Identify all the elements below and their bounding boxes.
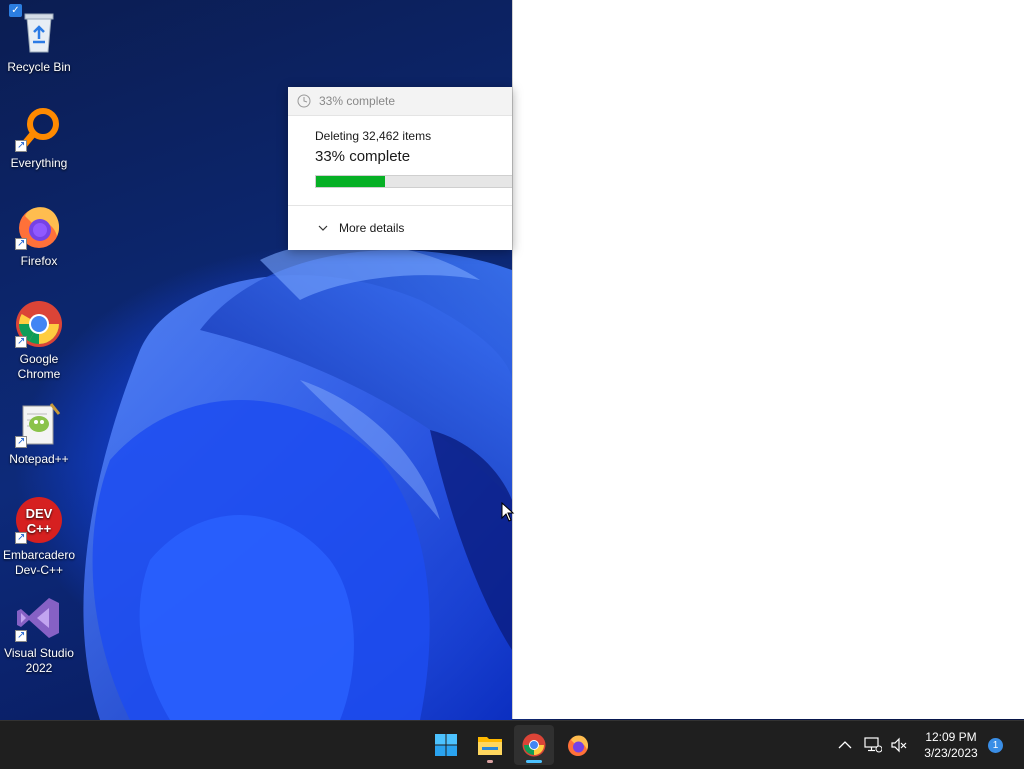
notification-count-badge[interactable]: 1	[988, 738, 1003, 753]
taskbar-file-explorer[interactable]	[470, 725, 510, 765]
chevron-up-icon	[838, 741, 852, 749]
dialog-title-bar[interactable]: 33% complete	[288, 87, 512, 116]
desktop-icon-label: Google Chrome	[17, 352, 61, 381]
shortcut-arrow-icon	[15, 236, 27, 251]
desktop-icon-recycle-bin[interactable]: ✓ Recycle Bin	[0, 4, 78, 75]
checkbox-icon[interactable]: ✓	[9, 4, 22, 17]
desktop-icon-label: Everything	[10, 156, 68, 170]
desktop-icon-visual-studio[interactable]: Visual Studio 2022	[0, 594, 78, 676]
desktop-icon-label: Embarcadero Dev-C++	[2, 548, 76, 577]
desktop-icon-dev-cpp[interactable]: DEV C++ Embarcadero Dev-C++	[0, 496, 78, 578]
chrome-icon	[522, 733, 546, 757]
network-status-button[interactable]	[861, 733, 885, 757]
firefox-icon	[568, 735, 589, 756]
windows-start-icon	[435, 734, 457, 756]
mouse-cursor-icon	[501, 502, 515, 522]
folder-icon	[478, 737, 502, 755]
svg-text:C++: C++	[27, 521, 52, 536]
recycle-bin-icon: ✓	[9, 4, 63, 56]
desktop-icon-google-chrome[interactable]: Google Chrome	[0, 300, 78, 382]
progress-percent-text: 33% complete	[315, 148, 411, 165]
blank-app-window[interactable]	[512, 0, 1024, 719]
show-hidden-icons-button[interactable]	[833, 733, 857, 757]
progress-bar-fill	[316, 176, 385, 187]
shortcut-arrow-icon	[15, 434, 27, 449]
desktop-icon-firefox[interactable]: Firefox	[0, 202, 78, 269]
clock-icon	[297, 94, 311, 108]
file-operation-progress-dialog[interactable]: 33% complete Deleting 32,462 items 33% c…	[288, 87, 512, 250]
chevron-down-icon	[318, 225, 328, 231]
svg-text:DEV: DEV	[26, 506, 53, 521]
operation-status-text: Deleting 32,462 items	[315, 129, 432, 143]
more-details-label: More details	[339, 221, 405, 235]
taskbar-chrome[interactable]	[514, 725, 554, 765]
clock-time: 12:09 PM	[925, 730, 977, 744]
desktop-icon-label: Recycle Bin	[7, 60, 71, 74]
speaker-muted-icon	[891, 737, 907, 753]
notepad-plus-plus-icon	[15, 400, 63, 449]
desktop-icon-everything[interactable]: Everything	[0, 104, 78, 171]
taskbar-clock[interactable]: 12:09 PM 3/23/2023	[913, 729, 989, 761]
taskbar-firefox[interactable]	[558, 725, 598, 765]
dialog-divider	[288, 205, 512, 206]
dev-cpp-icon: DEV C++	[15, 496, 63, 545]
desktop-icon-label: Notepad++	[9, 452, 69, 466]
chrome-icon	[15, 300, 63, 349]
shortcut-arrow-icon	[15, 628, 27, 643]
desktop-icon-label: Visual Studio 2022	[4, 646, 74, 675]
clock-date: 3/23/2023	[924, 746, 978, 760]
more-details-button[interactable]: More details	[318, 221, 404, 235]
firefox-icon	[15, 202, 63, 251]
shortcut-arrow-icon	[15, 138, 27, 153]
running-indicator	[487, 760, 493, 763]
desktop-icon-notepad-plus-plus[interactable]: Notepad++	[0, 400, 78, 467]
volume-button[interactable]	[887, 733, 911, 757]
active-indicator	[526, 760, 542, 763]
everything-search-icon	[15, 104, 63, 153]
desktop-icon-label: Firefox	[20, 254, 58, 268]
visual-studio-icon	[15, 594, 63, 643]
start-button[interactable]	[426, 725, 466, 765]
network-disconnected-icon	[864, 737, 882, 753]
taskbar: 12:09 PM 3/23/2023 1	[0, 720, 1024, 769]
dialog-title: 33% complete	[319, 94, 396, 108]
shortcut-arrow-icon	[15, 334, 27, 349]
progress-bar	[315, 175, 512, 188]
shortcut-arrow-icon	[15, 530, 27, 545]
